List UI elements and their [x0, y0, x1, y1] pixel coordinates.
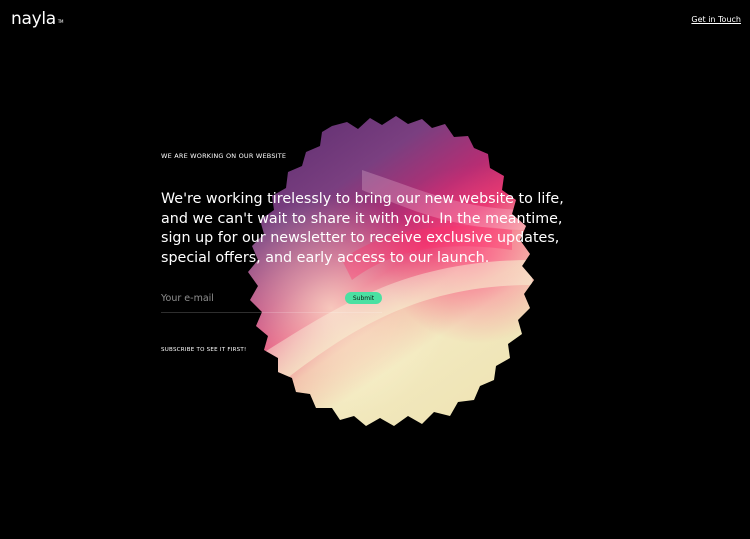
- coming-soon-page: nayla TM Get in Touch WE ARE WORKING ON …: [0, 0, 750, 539]
- brand-logo[interactable]: nayla TM: [11, 9, 64, 29]
- eyebrow-label: WE ARE WORKING ON OUR WEBSITE: [161, 152, 287, 160]
- trademark-mark: TM: [57, 19, 64, 24]
- submit-button[interactable]: Submit: [345, 292, 382, 304]
- get-in-touch-link[interactable]: Get in Touch: [691, 15, 741, 24]
- logo-text: nayla: [11, 9, 56, 29]
- subscribe-note: SUBSCRIBE TO SEE IT FIRST!: [161, 347, 247, 353]
- hero-headline: We're working tirelessly to bring our ne…: [161, 191, 564, 266]
- newsletter-form: Submit: [161, 290, 382, 313]
- email-input[interactable]: [161, 290, 341, 306]
